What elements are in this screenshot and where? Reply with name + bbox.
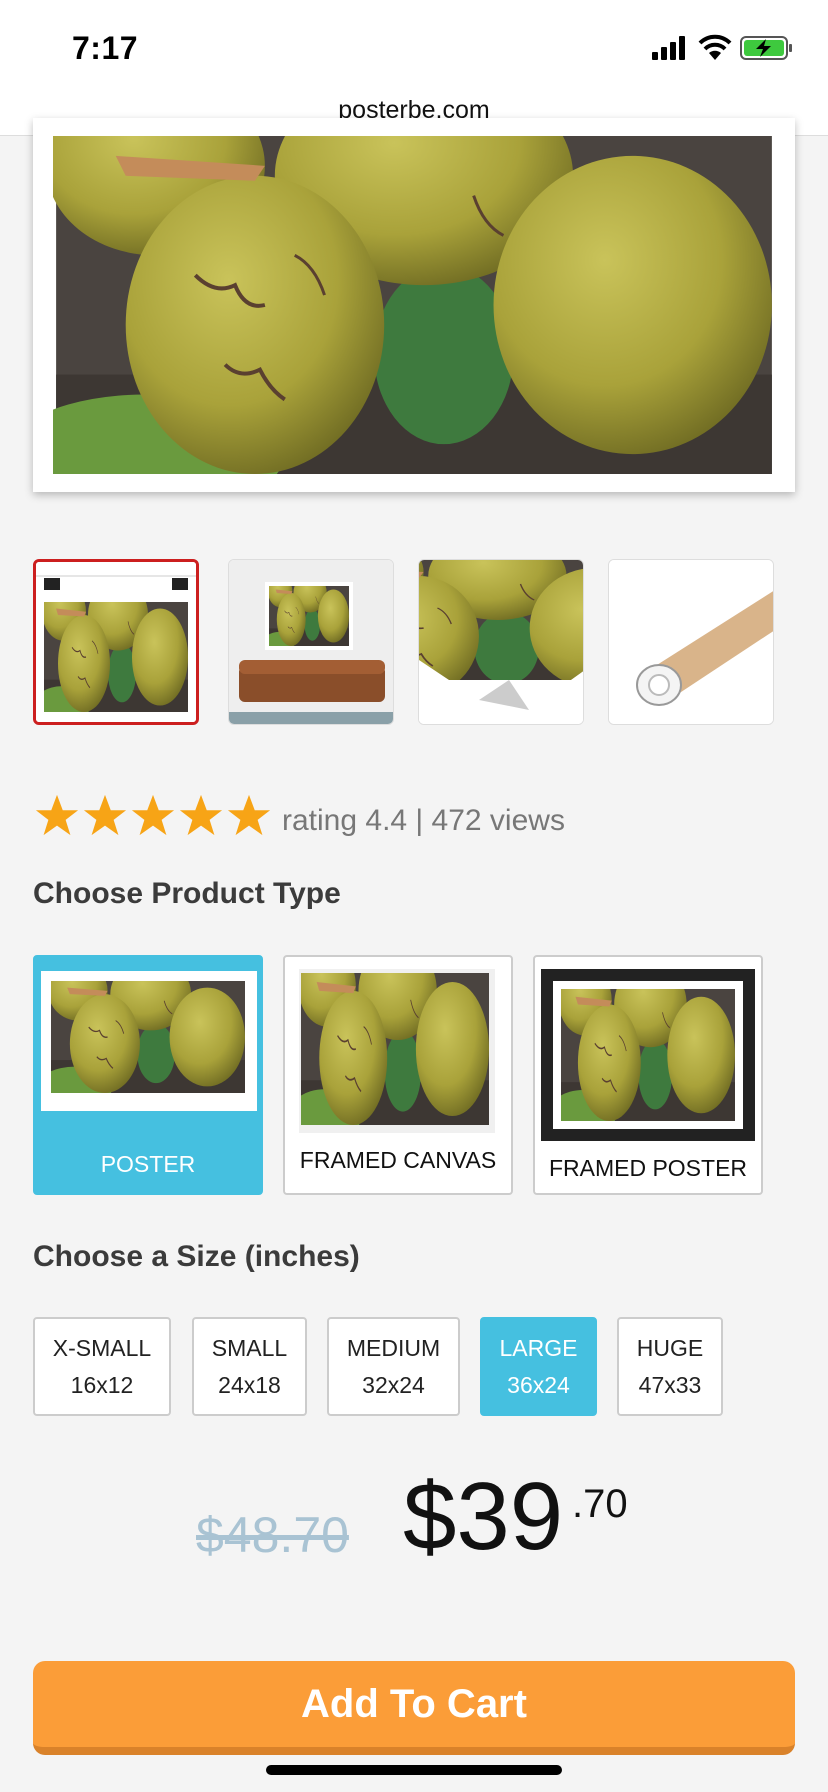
home-indicator[interactable] (266, 1765, 562, 1775)
star-icon (131, 794, 175, 836)
thumbnail-corner-detail[interactable] (418, 559, 584, 725)
rating-text: rating 4.4 | 472 views (282, 804, 565, 837)
size-xsmall[interactable]: X-SMALL 16x12 (33, 1317, 171, 1416)
size-huge[interactable]: HUGE 47x33 (617, 1317, 723, 1416)
star-icon (35, 794, 79, 836)
star-icon (83, 794, 127, 836)
product-type-heading: Choose Product Type (33, 877, 341, 910)
status-time: 7:17 (72, 30, 139, 66)
battery-charging-icon (740, 36, 792, 60)
thumbnail-room[interactable] (228, 559, 394, 725)
size-medium[interactable]: MEDIUM 32x24 (327, 1317, 460, 1416)
size-name: X-SMALL (52, 1335, 152, 1361)
framed-poster-preview (541, 969, 755, 1141)
product-type-framed-canvas[interactable]: FRAMED CANVAS (283, 955, 513, 1195)
size-name: LARGE (499, 1335, 578, 1361)
size-dims: 47x33 (638, 1372, 702, 1398)
star-icon (227, 794, 271, 836)
sale-price: $39 (403, 1463, 564, 1570)
canvas-preview (299, 969, 495, 1133)
size-name: HUGE (636, 1335, 704, 1361)
size-large[interactable]: LARGE 36x24 (480, 1317, 597, 1416)
product-main-image[interactable] (33, 118, 795, 492)
thumbnail-rolled-tube[interactable] (608, 559, 774, 725)
status-bar: 7:17 (0, 0, 828, 90)
wifi-icon (698, 34, 732, 60)
product-type-framed-poster[interactable]: FRAMED POSTER (533, 955, 763, 1195)
signal-icon (652, 36, 685, 60)
product-type-poster[interactable]: POSTER (33, 955, 263, 1195)
size-dims: 16x12 (70, 1372, 134, 1398)
size-dims: 24x18 (218, 1372, 281, 1398)
poster-image (53, 136, 775, 474)
poster-preview (41, 971, 257, 1111)
product-type-label: FRAMED CANVAS (299, 1147, 497, 1173)
sale-price-cents: .70 (572, 1482, 628, 1526)
size-name: SMALL (211, 1335, 288, 1361)
size-dims: 36x24 (507, 1372, 570, 1398)
star-rating (33, 793, 273, 839)
thumbnail-poster-clips[interactable] (33, 559, 199, 725)
product-type-label: POSTER (100, 1151, 196, 1177)
star-icon (179, 794, 223, 836)
size-name: MEDIUM (346, 1335, 441, 1361)
size-heading: Choose a Size (inches) (33, 1240, 360, 1273)
size-small[interactable]: SMALL 24x18 (192, 1317, 307, 1416)
size-dims: 32x24 (362, 1372, 425, 1398)
add-to-cart-button[interactable]: Add To Cart (33, 1661, 795, 1755)
product-type-label: FRAMED POSTER (548, 1155, 748, 1181)
original-price: $48.70 (196, 1507, 349, 1563)
